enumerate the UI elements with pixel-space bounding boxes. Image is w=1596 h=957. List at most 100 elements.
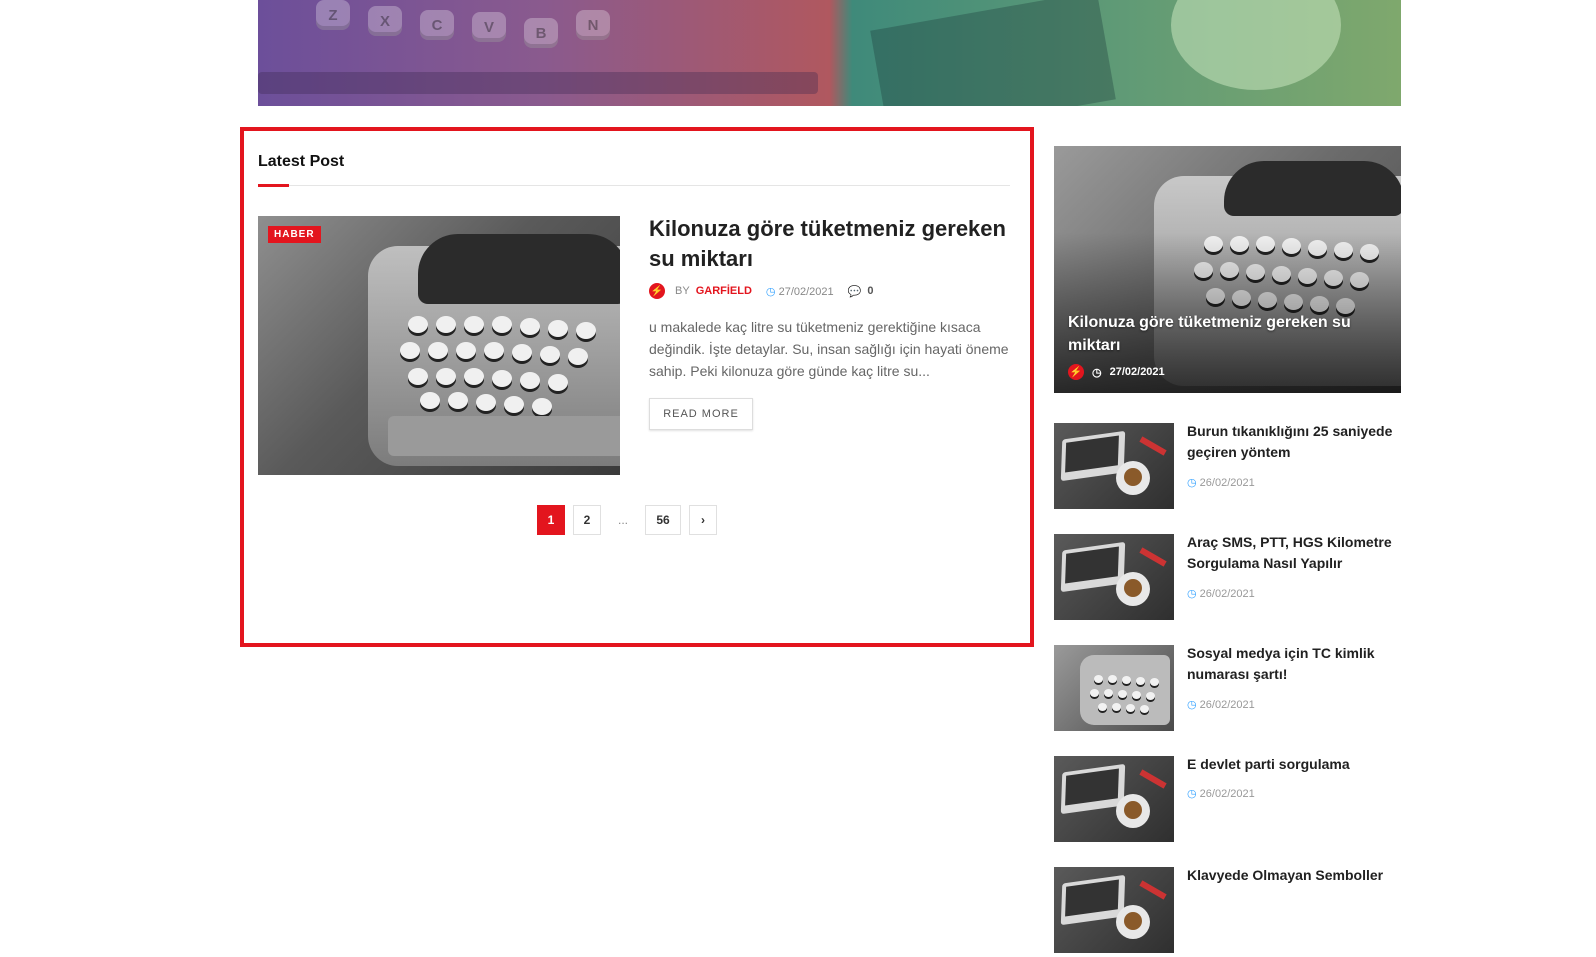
clock-icon: ◷: [765, 285, 776, 298]
page-ellipsis: ...: [609, 505, 637, 535]
hero-banner-image[interactable]: Z X C V B N: [258, 0, 1401, 106]
typewriter-key: [1132, 691, 1141, 699]
coffee-shape: [1124, 468, 1142, 486]
section-accent-bar: [258, 184, 289, 187]
section-title: Latest Post: [258, 153, 345, 170]
typewriter-key: [568, 348, 588, 365]
clock-icon: ◷: [1187, 477, 1197, 489]
typewriter-key: [400, 342, 420, 359]
typewriter-key: [408, 316, 428, 333]
list-item-title-link[interactable]: Klavyede Olmayan Semboller: [1187, 865, 1401, 886]
list-item: Burun tıkanıklığını 25 saniyede geçiren …: [1054, 423, 1401, 513]
page-2-button[interactable]: 2: [573, 505, 601, 535]
key-cap: B: [524, 18, 558, 48]
typewriter-key: [464, 368, 484, 385]
typewriter-key: [428, 342, 448, 359]
pagination: 1 2 ... 56 ›: [537, 505, 717, 535]
comment-icon[interactable]: 💬: [848, 285, 862, 298]
list-item-title-link[interactable]: E devlet parti sorgulama: [1187, 754, 1401, 775]
list-item-date-text: 26/02/2021: [1199, 477, 1255, 489]
typewriter-key: [436, 316, 456, 333]
list-item-date-text: 26/02/2021: [1199, 788, 1255, 800]
list-item: Klavyede Olmayan Semboller: [1054, 867, 1401, 957]
clock-icon: ◷: [1187, 788, 1197, 800]
typewriter-key: [436, 368, 456, 385]
chevron-right-icon[interactable]: ›: [689, 505, 717, 535]
page-1-button[interactable]: 1: [537, 505, 565, 535]
comment-count[interactable]: 0: [867, 285, 873, 297]
list-item-title-link[interactable]: Araç SMS, PTT, HGS Kilometre Sorgulama N…: [1187, 532, 1401, 574]
post-title-link[interactable]: Kilonuza göre tüketmeniz gereken su mikt…: [649, 214, 1019, 274]
post-thumbnail[interactable]: [1054, 756, 1174, 842]
pen-shape: [1139, 436, 1167, 456]
list-item-title-link[interactable]: Sosyal medya için TC kimlik numarası şar…: [1187, 643, 1401, 685]
typewriter-key: [1126, 704, 1135, 712]
featured-date: 27/02/2021: [1109, 366, 1165, 378]
typewriter-key: [408, 368, 428, 385]
list-item-date: ◷ 26/02/2021: [1187, 587, 1255, 600]
pen-shape: [1139, 769, 1167, 789]
typewriter-key: [1118, 690, 1127, 698]
read-more-button[interactable]: READ MORE: [649, 398, 753, 430]
post-thumbnail[interactable]: [258, 216, 620, 475]
typewriter-key: [548, 374, 568, 391]
typewriter-key: [548, 320, 568, 337]
page-56-button[interactable]: 56: [645, 505, 681, 535]
bolt-icon[interactable]: ⚡: [1068, 364, 1084, 380]
key-cap: Z: [316, 0, 350, 30]
typewriter-key: [476, 394, 496, 411]
list-item-date: ◷ 26/02/2021: [1187, 698, 1255, 711]
category-badge[interactable]: HABER: [268, 226, 321, 243]
typewriter-base: [388, 416, 620, 456]
list-item-date: ◷ 26/02/2021: [1187, 476, 1255, 489]
clock-icon: ◷: [1187, 588, 1197, 600]
typewriter-key: [1112, 703, 1121, 711]
list-item-date-text: 26/02/2021: [1199, 699, 1255, 711]
coffee-shape: [1124, 912, 1142, 930]
typewriter-key: [420, 392, 440, 409]
post-date: ◷ 27/02/2021: [766, 285, 834, 298]
book-shape: [870, 0, 1116, 106]
typewriter-key: [540, 346, 560, 363]
key-cap: N: [576, 10, 610, 40]
featured-meta: ⚡ ◷ 27/02/2021: [1068, 364, 1165, 380]
typewriter-key: [576, 322, 596, 339]
cup-shape: [1171, 0, 1341, 90]
typewriter-key: [1108, 675, 1117, 683]
post-thumbnail[interactable]: [1054, 645, 1174, 731]
author-link[interactable]: GARFİELD: [696, 285, 752, 297]
post-excerpt: u makalede kaç litre su tüketmeniz gerek…: [649, 319, 1009, 379]
section-divider: [258, 185, 1010, 186]
typewriter-key: [1136, 677, 1145, 685]
clock-icon: ◷: [1187, 699, 1197, 711]
typewriter-key: [1104, 689, 1113, 697]
post-date-text: 27/02/2021: [778, 285, 834, 298]
list-item: E devlet parti sorgulama ◷ 26/02/2021: [1054, 756, 1401, 846]
key-cap: V: [472, 12, 506, 42]
typewriter-key: [448, 392, 468, 409]
post-thumbnail[interactable]: [1054, 423, 1174, 509]
typewriter-key: [1140, 705, 1149, 713]
list-item-date-text: 26/02/2021: [1199, 588, 1255, 600]
featured-title-link[interactable]: Kilonuza göre tüketmeniz gereken su mikt…: [1068, 311, 1368, 357]
post-thumbnail[interactable]: [1054, 867, 1174, 953]
typewriter-key: [1094, 675, 1103, 683]
list-item-title-link[interactable]: Burun tıkanıklığını 25 saniyede geçiren …: [1187, 421, 1401, 463]
typewriter-key: [520, 372, 540, 389]
coffee-shape: [1124, 801, 1142, 819]
typewriter-key: [492, 316, 512, 333]
pen-shape: [1139, 547, 1167, 567]
key-cap: C: [420, 10, 454, 40]
typewriter-key: [464, 316, 484, 333]
typewriter-key: [456, 342, 476, 359]
list-item: Araç SMS, PTT, HGS Kilometre Sorgulama N…: [1054, 534, 1401, 624]
typewriter-key: [1150, 678, 1159, 686]
typewriter-key: [1090, 689, 1099, 697]
post-thumbnail[interactable]: [1054, 534, 1174, 620]
typewriter-key: [512, 344, 532, 361]
typewriter-top: [418, 234, 620, 304]
typewriter-key: [532, 398, 552, 415]
bolt-icon[interactable]: ⚡: [649, 283, 665, 299]
typewriter-key: [492, 370, 512, 387]
typewriter-key: [520, 318, 540, 335]
